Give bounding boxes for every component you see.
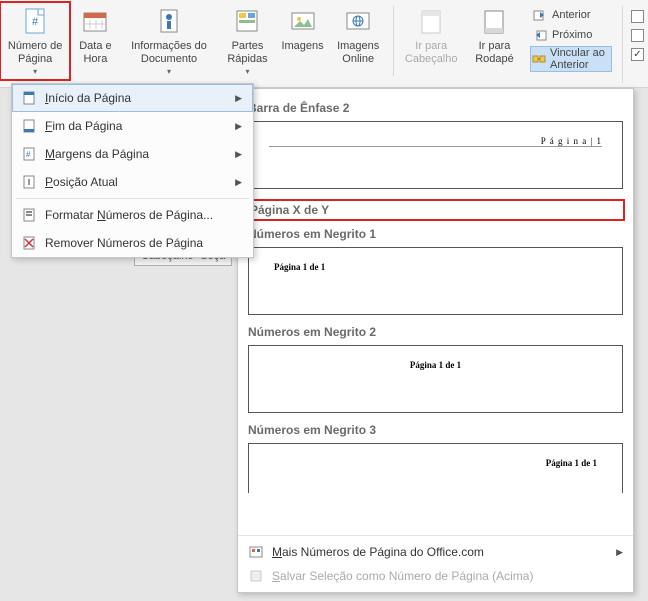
dropdown-item-label: Margens da Página — [45, 147, 149, 161]
svg-text:#: # — [32, 16, 39, 28]
ribbon: # Número de Página ▾ Data e Hora Informa… — [0, 0, 648, 88]
preview-text: P á g i n a | 1 — [541, 136, 602, 146]
next-icon — [532, 27, 548, 43]
page-number-label: Número de Página — [7, 40, 63, 66]
save-selection-button: Salvar Seleção como Número de Página (Ac… — [246, 564, 625, 588]
gallery-item-barra-enfase-2[interactable]: P á g i n a | 1 — [248, 121, 623, 189]
page-number-icon: # — [19, 6, 51, 38]
nav-column: Anterior Próximo Vincular ao Anterior — [524, 2, 618, 76]
save-icon — [248, 568, 264, 584]
svg-text:#: # — [26, 150, 31, 159]
images-button[interactable]: Imagens — [278, 2, 328, 57]
goto-header-button[interactable]: Ir para Cabeçalho — [397, 2, 465, 70]
page-number-gallery: Barra de Ênfase 2 P á g i n a | 1 Página… — [237, 88, 634, 593]
caret-icon: ▾ — [245, 67, 249, 76]
dropdown-item-label: Remover Números de Página — [45, 236, 203, 250]
gallery-section-barra-enfase-2: Barra de Ênfase 2 — [248, 101, 623, 115]
submenu-arrow-icon: ▶ — [235, 121, 242, 132]
dropdown-page-margins[interactable]: # Margens da Página ▶ — [12, 140, 253, 168]
caret-icon: ▾ — [167, 67, 171, 76]
checkbox-1[interactable] — [631, 10, 644, 23]
gallery-scroll-area[interactable]: Barra de Ênfase 2 P á g i n a | 1 Página… — [238, 89, 633, 535]
gallery-section-negrito-2: Números em Negrito 2 — [248, 325, 623, 339]
submenu-arrow-icon: ▶ — [235, 149, 242, 160]
quick-parts-label: Partes Rápidas — [224, 40, 270, 66]
quick-parts-icon — [231, 6, 263, 38]
margins-icon: # — [21, 146, 37, 162]
ribbon-separator — [393, 6, 394, 76]
images-label: Imagens — [281, 40, 323, 53]
preview-text: Página 1 de 1 — [546, 458, 597, 468]
doc-info-button[interactable]: Informações do Documento ▾ — [121, 2, 218, 80]
gallery-item-negrito-1[interactable]: Página 1 de 1 — [248, 247, 623, 315]
more-from-office-button[interactable]: Mais Números de Página do Office.com ▶ — [246, 540, 625, 564]
previous-button[interactable]: Anterior — [530, 6, 612, 24]
checkbox-3[interactable]: ✓ — [631, 48, 644, 61]
page-number-dropdown: Início da Página ▶ Fim da Página ▶ # Mar… — [11, 83, 254, 258]
gallery-item-negrito-3[interactable]: Página 1 de 1 — [248, 443, 623, 493]
goto-footer-icon — [478, 6, 510, 38]
checkbox-column: ✓ — [627, 2, 648, 69]
more-label: Mais Números de Página do Office.com — [272, 545, 484, 559]
goto-footer-button[interactable]: Ir para Rodapé — [465, 2, 524, 70]
previous-label: Anterior — [552, 9, 591, 21]
gallery-section-negrito-1: Números em Negrito 1 — [248, 227, 623, 241]
submenu-arrow-icon: ▶ — [616, 547, 623, 558]
page-number-button[interactable]: # Número de Página ▾ — [0, 2, 70, 80]
online-images-label: Imagens Online — [335, 40, 382, 66]
remove-icon — [21, 235, 37, 251]
dropdown-item-label: Posição Atual — [45, 175, 118, 189]
goto-header-icon — [415, 6, 447, 38]
gallery-section-pagina-x-de-y: Página X de Y — [244, 199, 625, 221]
office-icon — [248, 544, 264, 560]
doc-info-icon — [153, 6, 185, 38]
images-icon — [287, 6, 319, 38]
online-images-icon — [342, 6, 374, 38]
save-label: Salvar Seleção como Número de Página (Ac… — [272, 569, 533, 583]
goto-footer-label: Ir para Rodapé — [472, 40, 517, 66]
dropdown-item-label: Início da Página — [45, 91, 131, 105]
link-previous-icon — [532, 51, 546, 67]
gallery-footer: Mais Números de Página do Office.com ▶ S… — [238, 535, 633, 592]
preview-text: Página 1 de 1 — [410, 360, 461, 370]
link-previous-button[interactable]: Vincular ao Anterior — [530, 46, 612, 72]
gallery-item-negrito-2[interactable]: Página 1 de 1 — [248, 345, 623, 413]
bottom-page-icon — [21, 118, 37, 134]
preview-text: Página 1 de 1 — [274, 262, 325, 272]
doc-info-label: Informações do Documento — [128, 40, 211, 66]
dropdown-remove-numbers[interactable]: Remover Números de Página — [12, 229, 253, 257]
date-time-icon — [79, 6, 111, 38]
dropdown-top-of-page[interactable]: Início da Página ▶ — [12, 84, 253, 112]
goto-header-label: Ir para Cabeçalho — [404, 40, 458, 66]
checkbox-2[interactable] — [631, 29, 644, 42]
ribbon-group-insert: # Número de Página ▾ Data e Hora Informa… — [0, 2, 524, 80]
caret-icon: ▾ — [33, 67, 37, 76]
quick-parts-button[interactable]: Partes Rápidas ▾ — [217, 2, 277, 80]
dropdown-current-position[interactable]: Posição Atual ▶ — [12, 168, 253, 196]
position-icon — [21, 174, 37, 190]
previous-icon — [532, 7, 548, 23]
next-button[interactable]: Próximo — [530, 26, 612, 44]
gallery-section-negrito-3: Números em Negrito 3 — [248, 423, 623, 437]
date-time-label: Data e Hora — [77, 40, 113, 66]
dropdown-item-label: Formatar Números de Página... — [45, 208, 213, 222]
dropdown-item-label: Fim da Página — [45, 119, 122, 133]
dropdown-format-numbers[interactable]: Formatar Números de Página... — [12, 201, 253, 229]
submenu-arrow-icon: ▶ — [235, 177, 242, 188]
next-label: Próximo — [552, 29, 592, 41]
format-icon — [21, 207, 37, 223]
date-time-button[interactable]: Data e Hora — [70, 2, 120, 70]
link-previous-label: Vincular ao Anterior — [550, 47, 610, 71]
top-page-icon — [21, 90, 37, 106]
dropdown-bottom-of-page[interactable]: Fim da Página ▶ — [12, 112, 253, 140]
dropdown-separator — [16, 198, 249, 199]
submenu-arrow-icon: ▶ — [235, 93, 242, 104]
ribbon-separator — [622, 6, 623, 83]
online-images-button[interactable]: Imagens Online — [328, 2, 389, 70]
